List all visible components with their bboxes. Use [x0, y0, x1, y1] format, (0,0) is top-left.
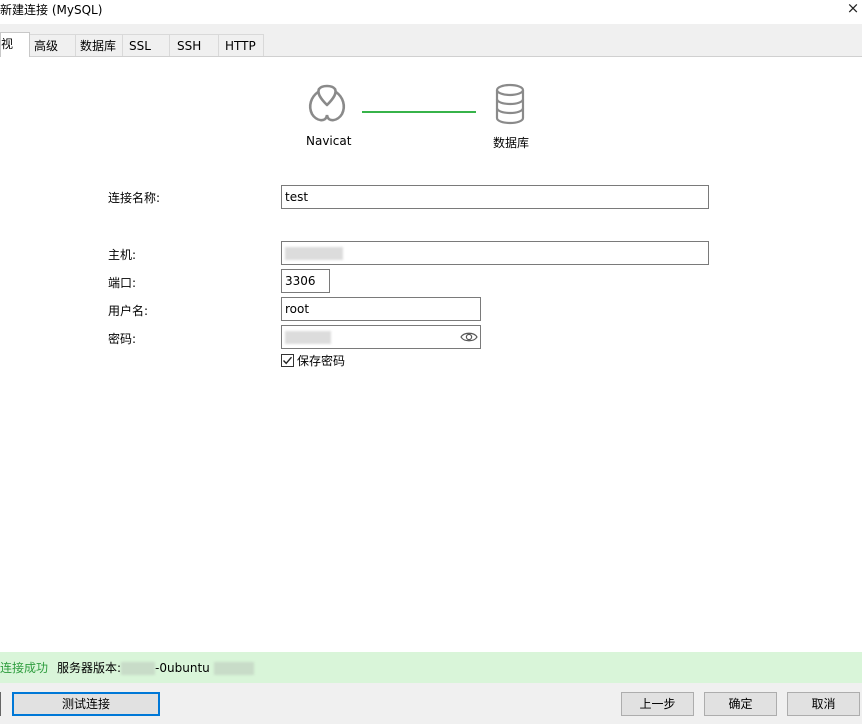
test-connection-button[interactable]: 测试连接	[12, 692, 160, 716]
connection-line	[362, 111, 476, 113]
tab-ssl[interactable]: SSL	[122, 34, 170, 57]
database-label: 数据库	[493, 136, 530, 150]
port-label: 端口:	[108, 276, 137, 290]
server-version: 服务器版本: -0ubuntu	[57, 659, 254, 676]
host-redacted	[285, 247, 343, 260]
title-bar: 新建连接 (MySQL) ×	[0, 0, 862, 24]
server-version-redacted	[121, 662, 156, 675]
username-label: 用户名:	[108, 304, 149, 318]
eye-icon[interactable]	[460, 329, 478, 345]
connection-name-label: 连接名称:	[108, 191, 161, 205]
window-title: 新建连接 (MySQL)	[0, 3, 103, 17]
status-bar: 连接成功 服务器版本: -0ubuntu	[0, 652, 862, 683]
host-label: 主机:	[108, 248, 137, 262]
tab-general[interactable]: 视	[0, 32, 30, 57]
general-panel: Navicat 数据库 连接名称: test 主机: 端口: 3306 用户名:…	[0, 56, 862, 652]
password-redacted	[285, 331, 331, 344]
save-password-checkbox[interactable]	[281, 354, 294, 367]
tab-advanced[interactable]: 高级	[29, 34, 76, 57]
host-input[interactable]	[281, 241, 709, 265]
port-input[interactable]: 3306	[281, 269, 330, 293]
password-label: 密码:	[108, 332, 137, 346]
connection-name-value: test	[285, 190, 309, 204]
connection-name-input[interactable]: test	[281, 185, 709, 209]
left-edge-marker	[0, 692, 1, 716]
password-input[interactable]	[281, 325, 481, 349]
username-input[interactable]: root	[281, 297, 481, 321]
navicat-label: Navicat	[306, 134, 352, 148]
tab-strip: 视 高级 数据库 SSL SSH HTTP	[0, 32, 862, 57]
close-button[interactable]: ×	[844, 0, 862, 18]
navicat-logo-icon	[308, 84, 346, 122]
checkmark-icon	[282, 356, 293, 365]
connection-success-text: 连接成功	[0, 661, 49, 675]
ok-button[interactable]: 确定	[704, 692, 777, 716]
database-icon	[495, 83, 525, 125]
server-version-redacted-tail	[213, 662, 254, 675]
save-password-label[interactable]: 保存密码	[297, 352, 345, 369]
server-version-suffix: -0ubuntu	[155, 661, 210, 675]
cancel-button[interactable]: 取消	[787, 692, 860, 716]
tab-ssh[interactable]: SSH	[169, 34, 219, 57]
tab-database[interactable]: 数据库	[75, 34, 123, 57]
tab-http[interactable]: HTTP	[218, 34, 264, 57]
back-button[interactable]: 上一步	[621, 692, 694, 716]
username-value: root	[285, 302, 310, 316]
server-version-label: 服务器版本:	[57, 661, 122, 675]
port-value: 3306	[285, 274, 316, 288]
